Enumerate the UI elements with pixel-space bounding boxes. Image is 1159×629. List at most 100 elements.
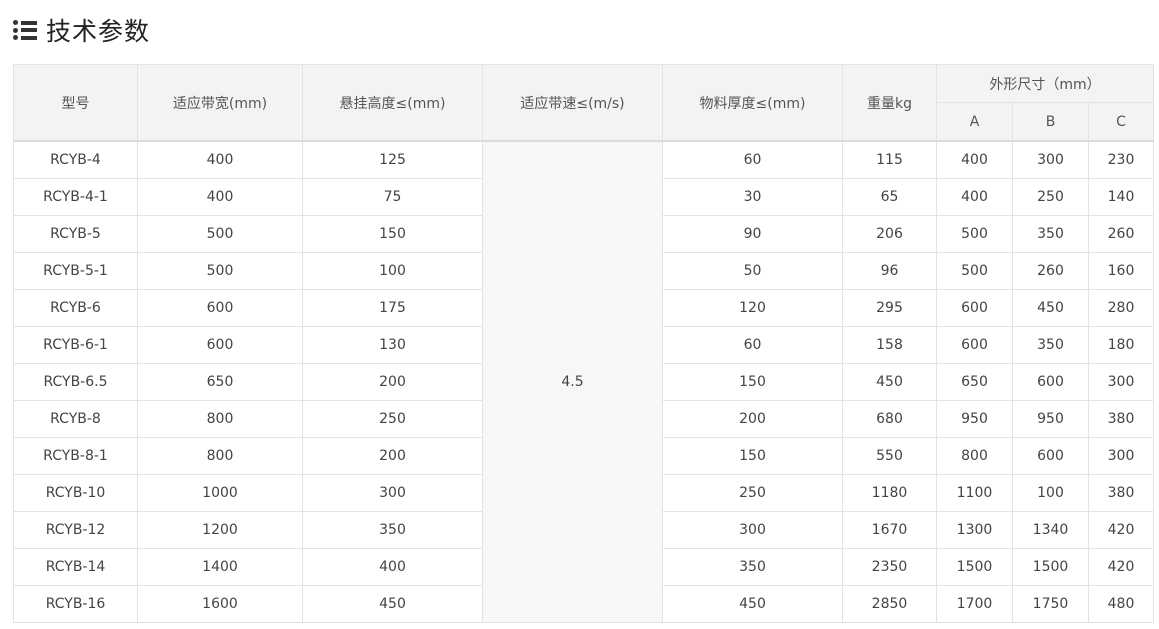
cell-hang-height: 100 [302,252,483,290]
cell-thickness: 150 [662,437,843,475]
cell-belt-width: 800 [137,437,303,475]
cell-model: RCYB-4-1 [13,178,138,216]
cell-dim-c: 380 [1087,474,1155,512]
cell-weight: 295 [842,289,937,327]
cell-dim-b: 260 [1012,252,1089,290]
cell-dim-c: 300 [1087,363,1155,401]
cell-hang-height: 150 [302,215,483,253]
table-body: RCYB-4 400 125 4.5 60 115 400 300 230 RCYB-4-1 400… [13,140,1155,623]
cell-weight: 450 [842,363,937,401]
header-dim-a: A [936,102,1013,142]
cell-belt-width: 400 [137,178,303,216]
cell-weight: 550 [842,437,937,475]
cell-hang-height: 350 [302,511,483,549]
header-belt-width: 适应带宽(mm) [137,64,303,142]
cell-belt-width: 800 [137,400,303,438]
cell-hang-height: 130 [302,326,483,364]
cell-dim-c: 180 [1087,326,1155,364]
cell-weight: 680 [842,400,937,438]
cell-belt-width: 500 [137,215,303,253]
cell-dim-c: 420 [1087,548,1155,586]
cell-dim-a: 600 [936,326,1013,364]
table-row: RCYB-4 400 125 4.5 60 115 400 300 230 [13,140,1155,623]
cell-dim-a: 650 [936,363,1013,401]
cell-dim-c: 160 [1087,252,1155,290]
cell-dim-a: 800 [936,437,1013,475]
cell-weight: 115 [842,140,937,179]
cell-weight: 1180 [842,474,937,512]
cell-hang-height: 200 [302,363,483,401]
cell-model: RCYB-5 [13,215,138,253]
cell-belt-width: 1200 [137,511,303,549]
cell-weight: 1670 [842,511,937,549]
cell-model: RCYB-5-1 [13,252,138,290]
cell-weight: 2350 [842,548,937,586]
cell-model: RCYB-16 [13,585,138,623]
cell-dim-b: 600 [1012,363,1089,401]
cell-thickness: 250 [662,474,843,512]
cell-dim-a: 500 [936,215,1013,253]
spec-table: 型号 适应带宽(mm) 悬挂高度≤(mm) 适应带速≤(m/s) 物料厚度≤(m… [13,64,1155,623]
cell-model: RCYB-8-1 [13,437,138,475]
cell-thickness: 60 [662,326,843,364]
cell-model: RCYB-4 [13,140,138,179]
cell-dim-b: 1340 [1012,511,1089,549]
cell-dim-a: 1300 [936,511,1013,549]
cell-weight: 96 [842,252,937,290]
cell-dim-b: 300 [1012,140,1089,179]
cell-thickness: 350 [662,548,843,586]
header-weight: 重量kg [842,64,937,142]
cell-weight: 158 [842,326,937,364]
cell-thickness: 300 [662,511,843,549]
cell-hang-height: 400 [302,548,483,586]
cell-dim-b: 100 [1012,474,1089,512]
cell-thickness: 450 [662,585,843,623]
cell-dim-c: 140 [1087,178,1155,216]
cell-dim-b: 950 [1012,400,1089,438]
cell-dim-c: 300 [1087,437,1155,475]
cell-hang-height: 250 [302,400,483,438]
table-header: 型号 适应带宽(mm) 悬挂高度≤(mm) 适应带速≤(m/s) 物料厚度≤(m… [13,64,1155,142]
cell-weight: 2850 [842,585,937,623]
header-dim-b: B [1012,102,1089,142]
cell-model: RCYB-6-1 [13,326,138,364]
cell-dim-c: 280 [1087,289,1155,327]
cell-thickness: 200 [662,400,843,438]
cell-model: RCYB-8 [13,400,138,438]
cell-belt-width: 1600 [137,585,303,623]
cell-weight: 206 [842,215,937,253]
cell-hang-height: 200 [302,437,483,475]
cell-belt-width: 1000 [137,474,303,512]
header-hang-height: 悬挂高度≤(mm) [302,64,483,142]
cell-dim-b: 1750 [1012,585,1089,623]
cell-dim-c: 380 [1087,400,1155,438]
cell-belt-width: 600 [137,289,303,327]
cell-dim-a: 400 [936,178,1013,216]
cell-dim-a: 1700 [936,585,1013,623]
cell-dim-b: 350 [1012,326,1089,364]
cell-model: RCYB-12 [13,511,138,549]
cell-dim-a: 950 [936,400,1013,438]
cell-dim-b: 1500 [1012,548,1089,586]
cell-thickness: 30 [662,178,843,216]
cell-thickness: 120 [662,289,843,327]
cell-dim-b: 350 [1012,215,1089,253]
cell-dim-c: 480 [1087,585,1155,623]
header-dimensions: 外形尺寸（mm） [935,64,1155,103]
cell-belt-width: 1400 [137,548,303,586]
cell-hang-height: 450 [302,585,483,623]
cell-hang-height: 75 [302,178,483,216]
cell-model: RCYB-10 [13,474,138,512]
cell-dim-c: 260 [1087,215,1155,253]
cell-model: RCYB-14 [13,548,138,586]
header-model: 型号 [13,64,138,142]
cell-model: RCYB-6.5 [13,363,138,401]
cell-hang-height: 125 [302,140,483,179]
cell-thickness: 50 [662,252,843,290]
page-title: 技术参数 [46,17,151,46]
cell-dim-a: 1100 [936,474,1013,512]
cell-belt-width: 650 [137,363,303,401]
cell-belt-width: 600 [137,326,303,364]
cell-model: RCYB-6 [13,289,138,327]
header-thickness: 物料厚度≤(mm) [662,64,843,142]
